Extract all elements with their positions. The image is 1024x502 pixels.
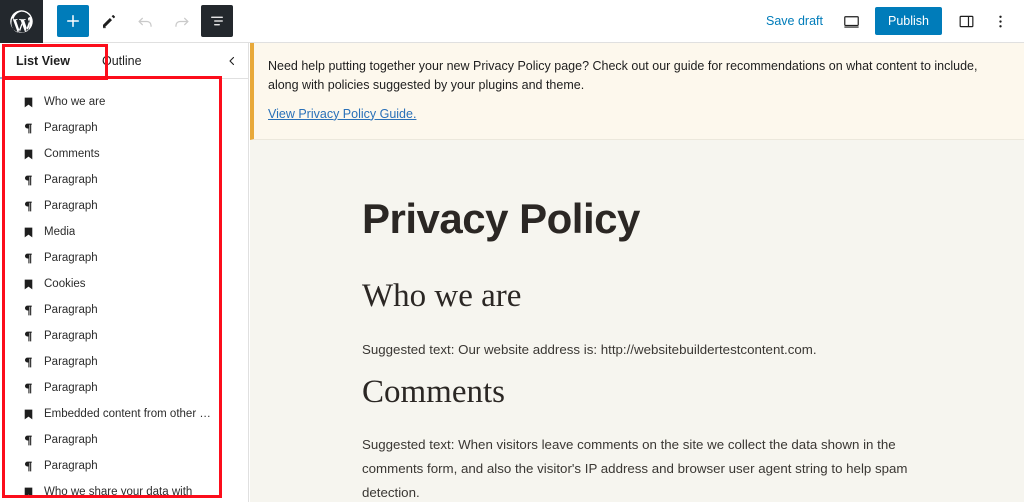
block-list-item-label: Media	[44, 226, 76, 238]
list-view-button[interactable]	[201, 5, 233, 37]
block-list-item-label: Paragraph	[44, 252, 98, 264]
view-privacy-policy-guide-link[interactable]: View Privacy Policy Guide.	[268, 107, 416, 121]
block-list-item-label: Paragraph	[44, 200, 98, 212]
block-list-item[interactable]: Paragraph	[0, 453, 248, 479]
notice-text: Need help putting together your new Priv…	[268, 59, 978, 93]
block-list-item-label: Embedded content from other websit…	[44, 408, 216, 420]
wordpress-logo-icon[interactable]	[0, 0, 43, 43]
paragraph-block-icon	[22, 356, 44, 369]
block-list-item[interactable]: Paragraph	[0, 375, 248, 401]
block-list-item[interactable]: Paragraph	[0, 193, 248, 219]
heading-block-icon	[22, 486, 44, 499]
heading-block-icon	[22, 278, 44, 291]
document-body: Privacy Policy Who we are Suggested text…	[250, 140, 1024, 502]
heading-block-icon	[22, 148, 44, 161]
block-list-item-label: Comments	[44, 148, 100, 160]
heading-comments[interactable]: Comments	[362, 374, 1024, 412]
paragraph-block-icon	[22, 174, 44, 187]
redo-button[interactable]	[165, 5, 197, 37]
block-list-item-label: Who we are	[44, 96, 106, 108]
three-dots-vertical-icon[interactable]	[984, 5, 1016, 37]
block-list-item[interactable]: Comments	[0, 141, 248, 167]
paragraph-website-address[interactable]: Suggested text: Our website address is: …	[362, 338, 917, 362]
block-list-item-label: Paragraph	[44, 304, 98, 316]
block-list-item[interactable]: Embedded content from other websit…	[0, 401, 248, 427]
paragraph-block-icon	[22, 122, 44, 135]
tab-outline[interactable]: Outline	[86, 43, 158, 78]
block-list-item[interactable]: Media	[0, 219, 248, 245]
preview-monitor-icon[interactable]	[835, 5, 867, 37]
edit-tool-button[interactable]	[93, 5, 125, 37]
block-list-item-label: Paragraph	[44, 122, 98, 134]
block-list-item-label: Who we share your data with	[44, 486, 193, 498]
paragraph-block-icon	[22, 460, 44, 473]
heading-block-icon	[22, 96, 44, 109]
paragraph-block-icon	[22, 252, 44, 265]
top-bar-left-tools	[43, 5, 233, 37]
page-title[interactable]: Privacy Policy	[362, 195, 1024, 242]
block-list-item[interactable]: Paragraph	[0, 245, 248, 271]
paragraph-block-icon	[22, 434, 44, 447]
block-list-item-label: Paragraph	[44, 174, 98, 186]
heading-who-we-are[interactable]: Who we are	[362, 278, 1024, 316]
block-list-item[interactable]: Paragraph	[0, 297, 248, 323]
paragraph-block-icon	[22, 382, 44, 395]
heading-block-icon	[22, 226, 44, 239]
block-list-item[interactable]: Paragraph	[0, 427, 248, 453]
list-view-sidebar: List View Outline Who we are Paragraph Com…	[0, 43, 249, 502]
paragraph-block-icon	[22, 304, 44, 317]
save-draft-button[interactable]: Save draft	[756, 8, 833, 34]
block-list-item-label: Paragraph	[44, 460, 98, 472]
block-list-item[interactable]: Paragraph	[0, 323, 248, 349]
editor-canvas: Need help putting together your new Priv…	[250, 43, 1024, 502]
privacy-policy-notice: Need help putting together your new Priv…	[250, 43, 1024, 140]
add-block-button[interactable]	[57, 5, 89, 37]
tab-list-view[interactable]: List View	[0, 43, 86, 79]
block-list: Who we are Paragraph Comments Paragraph Para…	[0, 79, 248, 502]
publish-button[interactable]: Publish	[875, 7, 942, 35]
paragraph-comments[interactable]: Suggested text: When visitors leave comm…	[362, 433, 917, 502]
block-list-item-label: Paragraph	[44, 356, 98, 368]
block-list-item[interactable]: Paragraph	[0, 167, 248, 193]
block-list-item[interactable]: Who we are	[0, 89, 248, 115]
editor-top-bar: Save draft Publish	[0, 0, 1024, 43]
heading-block-icon	[22, 408, 44, 421]
block-list-item-label: Paragraph	[44, 330, 98, 342]
block-list-item[interactable]: Who we share your data with	[0, 479, 248, 502]
block-list-item[interactable]: Cookies	[0, 271, 248, 297]
block-list-item-label: Cookies	[44, 278, 86, 290]
paragraph-block-icon	[22, 330, 44, 343]
block-list-item[interactable]: Paragraph	[0, 115, 248, 141]
chevron-left-icon[interactable]	[226, 43, 238, 78]
paragraph-block-icon	[22, 200, 44, 213]
block-list-item[interactable]: Paragraph	[0, 349, 248, 375]
settings-sidebar-icon[interactable]	[950, 5, 982, 37]
block-list-item-label: Paragraph	[44, 434, 98, 446]
sidebar-tabs: List View Outline	[0, 43, 248, 79]
undo-button[interactable]	[129, 5, 161, 37]
block-list-item-label: Paragraph	[44, 382, 98, 394]
top-bar-right-tools: Save draft Publish	[756, 5, 1024, 37]
